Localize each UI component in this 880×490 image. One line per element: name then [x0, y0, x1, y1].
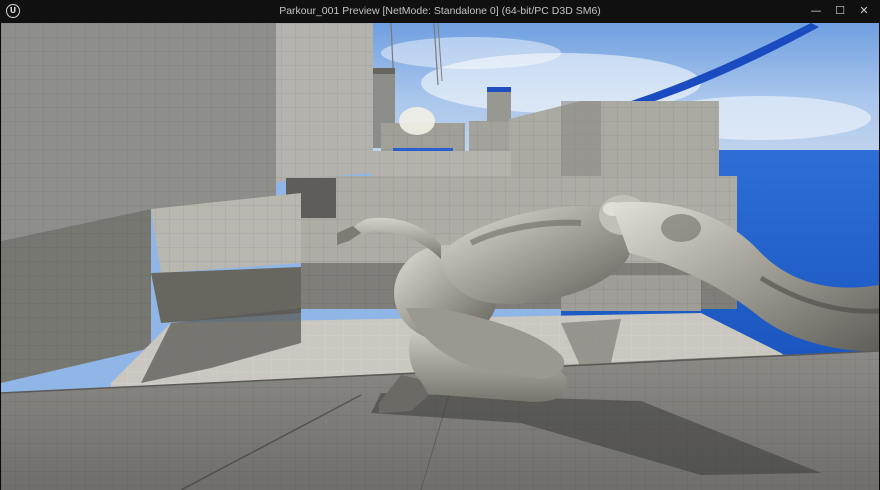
game-viewport[interactable] — [1, 23, 879, 490]
scene-render — [1, 23, 879, 490]
cloud — [381, 37, 561, 69]
distant-tower-accent — [487, 87, 511, 92]
close-icon: ✕ — [859, 4, 869, 17]
game-preview-window: U Parkour_001 Preview [NetMode: Standalo… — [0, 0, 880, 490]
maximize-icon: ☐ — [835, 4, 845, 17]
minimize-icon: — — [810, 4, 822, 17]
steam-cloud — [399, 107, 435, 135]
distant-pillar-top — [373, 68, 395, 74]
title-bar[interactable]: U Parkour_001 Preview [NetMode: Standalo… — [0, 0, 880, 23]
close-button[interactable]: ✕ — [850, 0, 878, 23]
unreal-engine-logo-icon: U — [6, 4, 20, 18]
window-title: Parkour_001 Preview [NetMode: Standalone… — [279, 5, 601, 17]
